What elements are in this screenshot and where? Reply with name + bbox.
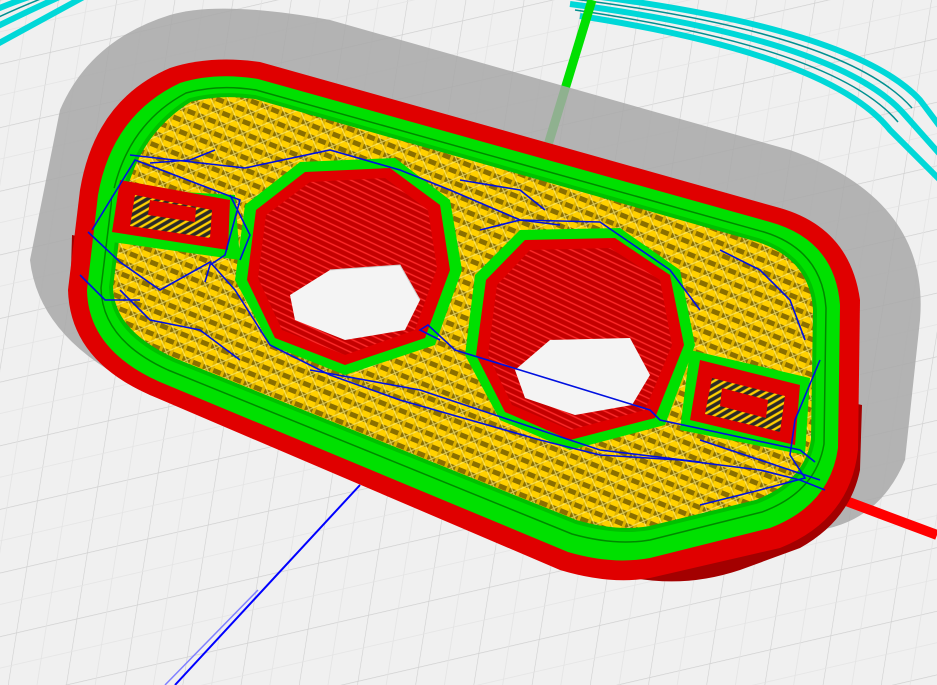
scene	[0, 0, 937, 685]
3d-preview-viewport[interactable]	[0, 0, 937, 685]
